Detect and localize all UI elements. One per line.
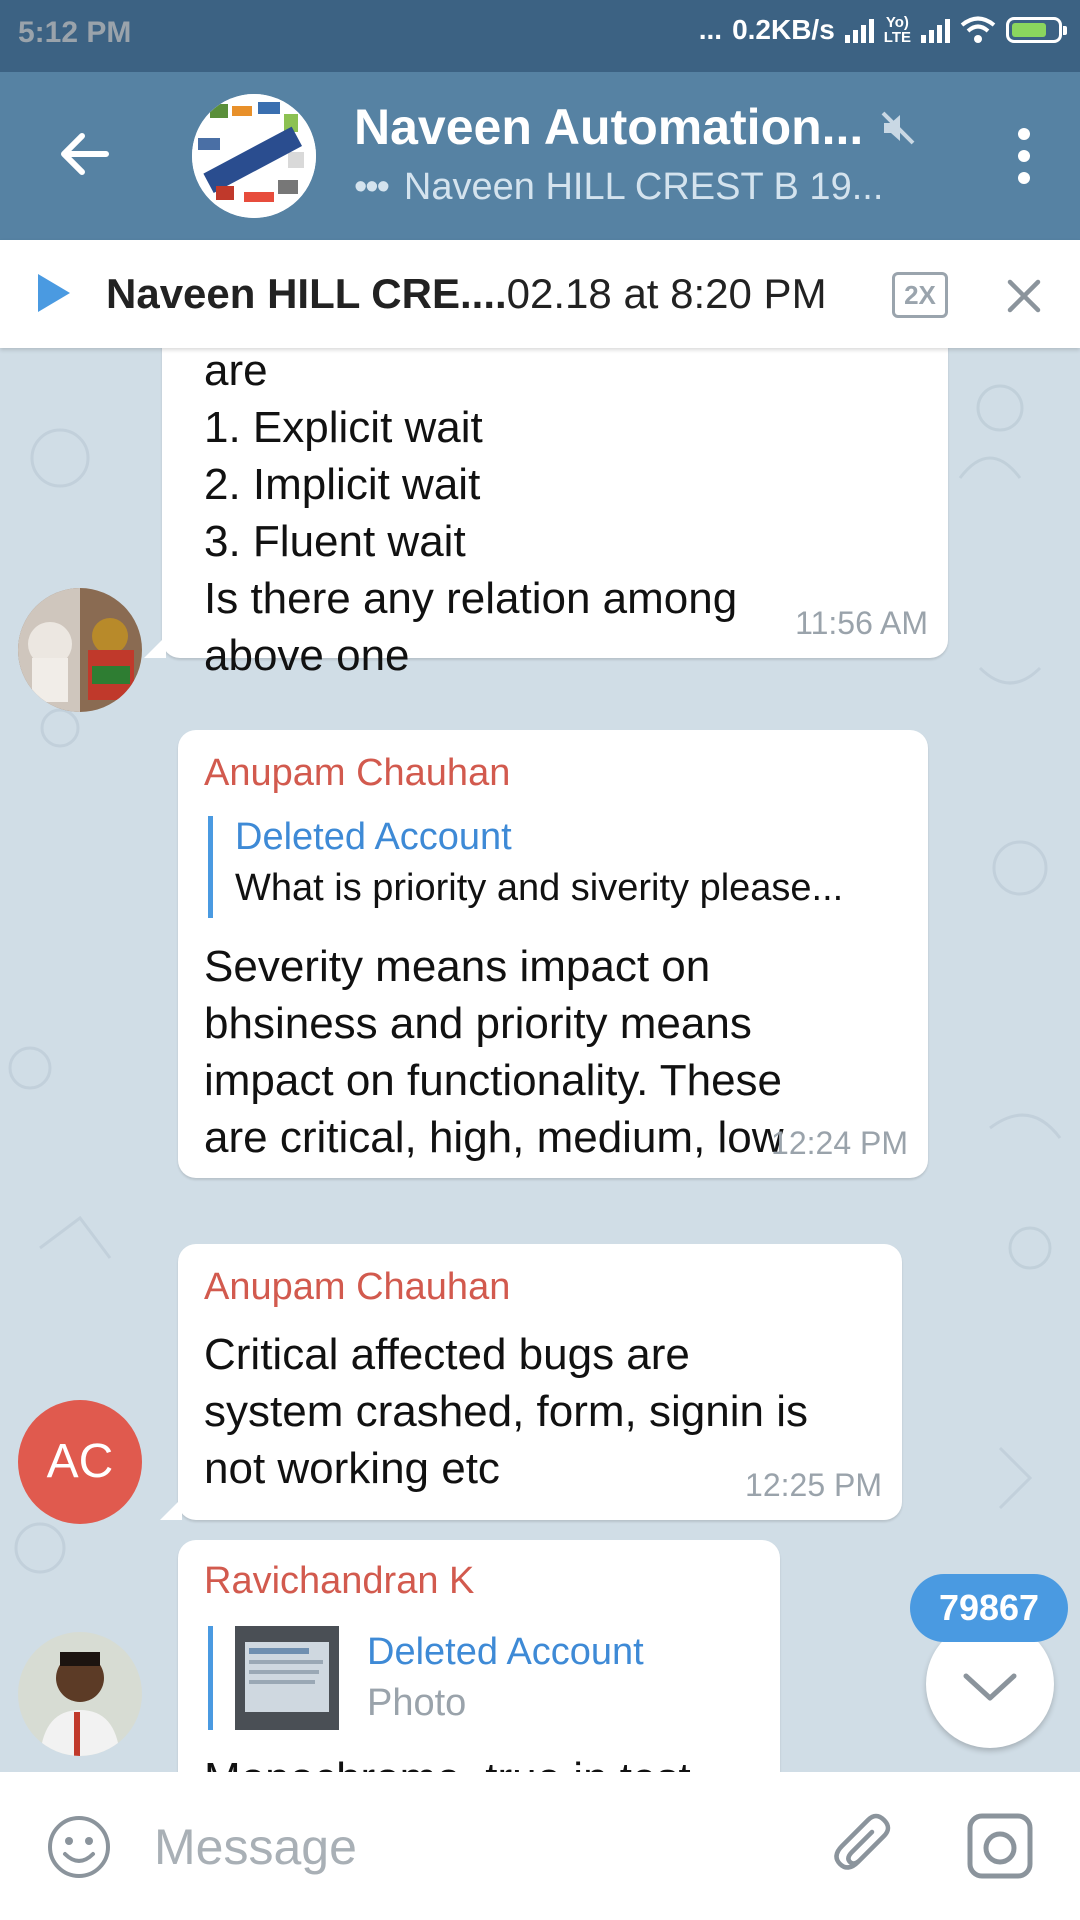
unread-count-badge[interactable]: 79867 bbox=[910, 1574, 1068, 1642]
message-composer bbox=[0, 1772, 1080, 1920]
reply-sender-name: Deleted Account bbox=[367, 1631, 644, 1673]
group-avatar[interactable] bbox=[192, 94, 316, 218]
reply-preview[interactable]: Deleted Account What is priority and siv… bbox=[208, 816, 843, 918]
message-line: not working etc bbox=[204, 1444, 500, 1493]
player-track-date: 02.18 at 8:20 PM bbox=[506, 270, 827, 317]
more-notifications-dots: ... bbox=[698, 14, 723, 45]
more-options-icon[interactable] bbox=[1018, 128, 1032, 184]
battery-icon bbox=[1006, 17, 1067, 43]
wifi-icon bbox=[960, 16, 996, 43]
attach-icon[interactable] bbox=[828, 1810, 898, 1880]
message-line: Critical affected bugs are bbox=[204, 1330, 690, 1379]
message-text: Monochrome_true in test bbox=[204, 1750, 691, 1772]
avatar-photo-icon bbox=[18, 588, 142, 712]
message-input[interactable] bbox=[152, 1806, 776, 1888]
player-track-name: Naveen HILL CRE.... bbox=[106, 270, 507, 317]
sender-name[interactable]: Anupam Chauhan bbox=[204, 752, 510, 795]
sender-name[interactable]: Anupam Chauhan bbox=[204, 1266, 510, 1309]
sender-name[interactable]: Ravichandran K bbox=[204, 1560, 474, 1603]
back-arrow-icon[interactable] bbox=[58, 128, 110, 180]
message-line: are critical, high, medium, low bbox=[204, 1113, 784, 1162]
user-avatar[interactable] bbox=[18, 588, 142, 712]
message-line: 3. Fluent wait bbox=[204, 517, 466, 566]
signal-icon bbox=[844, 17, 874, 43]
lte-label: LTE bbox=[883, 29, 911, 46]
message-time: 11:56 AM bbox=[795, 605, 928, 641]
reply-photo-thumbnail-icon bbox=[235, 1626, 339, 1730]
message-line: system crashed, form, signin is bbox=[204, 1387, 808, 1436]
typing-indicator: ••• bbox=[354, 166, 390, 208]
message-time: 12:24 PM bbox=[771, 1125, 908, 1161]
message-time: 12:25 PM bbox=[745, 1467, 882, 1503]
signal-icon-2 bbox=[921, 17, 950, 43]
message-bubble[interactable]: Anupam Chauhan Deleted Account What is p… bbox=[178, 730, 928, 1178]
message-line: 2. Implicit wait bbox=[204, 460, 481, 509]
message-text: Critical affected bugs are system crashe… bbox=[204, 1326, 808, 1497]
message-bubble[interactable]: Anupam Chauhan Critical affected bugs ar… bbox=[160, 1244, 902, 1520]
reply-sender-name: Deleted Account bbox=[235, 816, 512, 858]
message-line: Severity means impact on bbox=[204, 942, 711, 991]
message-list[interactable]: are 1. Explicit wait 2. Implicit wait 3.… bbox=[0, 348, 1080, 1772]
close-icon[interactable] bbox=[1006, 278, 1042, 314]
user-avatar[interactable] bbox=[18, 1632, 142, 1756]
group-logo-icon bbox=[192, 94, 316, 218]
camera-icon[interactable] bbox=[966, 1812, 1034, 1880]
message-line: above one bbox=[204, 631, 410, 680]
chat-title[interactable]: Naveen Automation... bbox=[354, 98, 863, 156]
network-speed: 0.2KB/s bbox=[732, 14, 835, 45]
message-line: impact on functionality. These bbox=[204, 1056, 783, 1105]
emoji-icon[interactable] bbox=[46, 1814, 112, 1880]
message-line: Is there any relation among bbox=[204, 574, 738, 623]
chat-subtitle: ••• Naveen HILL CREST B 19... bbox=[354, 166, 883, 209]
message-text: are 1. Explicit wait 2. Implicit wait 3.… bbox=[204, 348, 737, 684]
status-bar: 5:12 PM ... 0.2KB/s Yo) LTE bbox=[0, 0, 1080, 72]
chat-subtitle-text: Naveen HILL CREST B 19... bbox=[403, 166, 884, 208]
player-track-title[interactable]: Naveen HILL CRE....02.18 at 8:20 PM bbox=[106, 270, 827, 318]
audio-player-bar[interactable]: Naveen HILL CRE....02.18 at 8:20 PM 2X bbox=[0, 240, 1080, 348]
message-bubble[interactable]: Ravichandran K Deleted Account Photo Mon… bbox=[178, 1540, 780, 1772]
volte-icon: Yo) LTE bbox=[884, 15, 911, 45]
message-line: are bbox=[204, 348, 268, 395]
message-text: Severity means impact on bhsiness and pr… bbox=[204, 938, 784, 1166]
message-line: bhsiness and priority means bbox=[204, 999, 752, 1048]
avatar-photo-icon bbox=[18, 1632, 142, 1756]
chat-header: Naveen Automation... ••• Naveen HILL CRES… bbox=[0, 72, 1080, 240]
reply-text: Photo bbox=[367, 1682, 467, 1724]
reply-preview[interactable]: Deleted Account Photo bbox=[208, 1626, 644, 1730]
muted-speaker-icon bbox=[881, 111, 915, 145]
user-avatar-initials[interactable]: AC bbox=[18, 1400, 142, 1524]
message-bubble[interactable]: are 1. Explicit wait 2. Implicit wait 3.… bbox=[144, 348, 948, 680]
status-icons: ... 0.2KB/s Yo) LTE bbox=[698, 14, 1067, 46]
message-line: 1. Explicit wait bbox=[204, 403, 483, 452]
play-icon[interactable] bbox=[38, 274, 70, 312]
reply-text: What is priority and siverity please... bbox=[235, 867, 844, 909]
playback-speed-button[interactable]: 2X bbox=[892, 272, 948, 318]
